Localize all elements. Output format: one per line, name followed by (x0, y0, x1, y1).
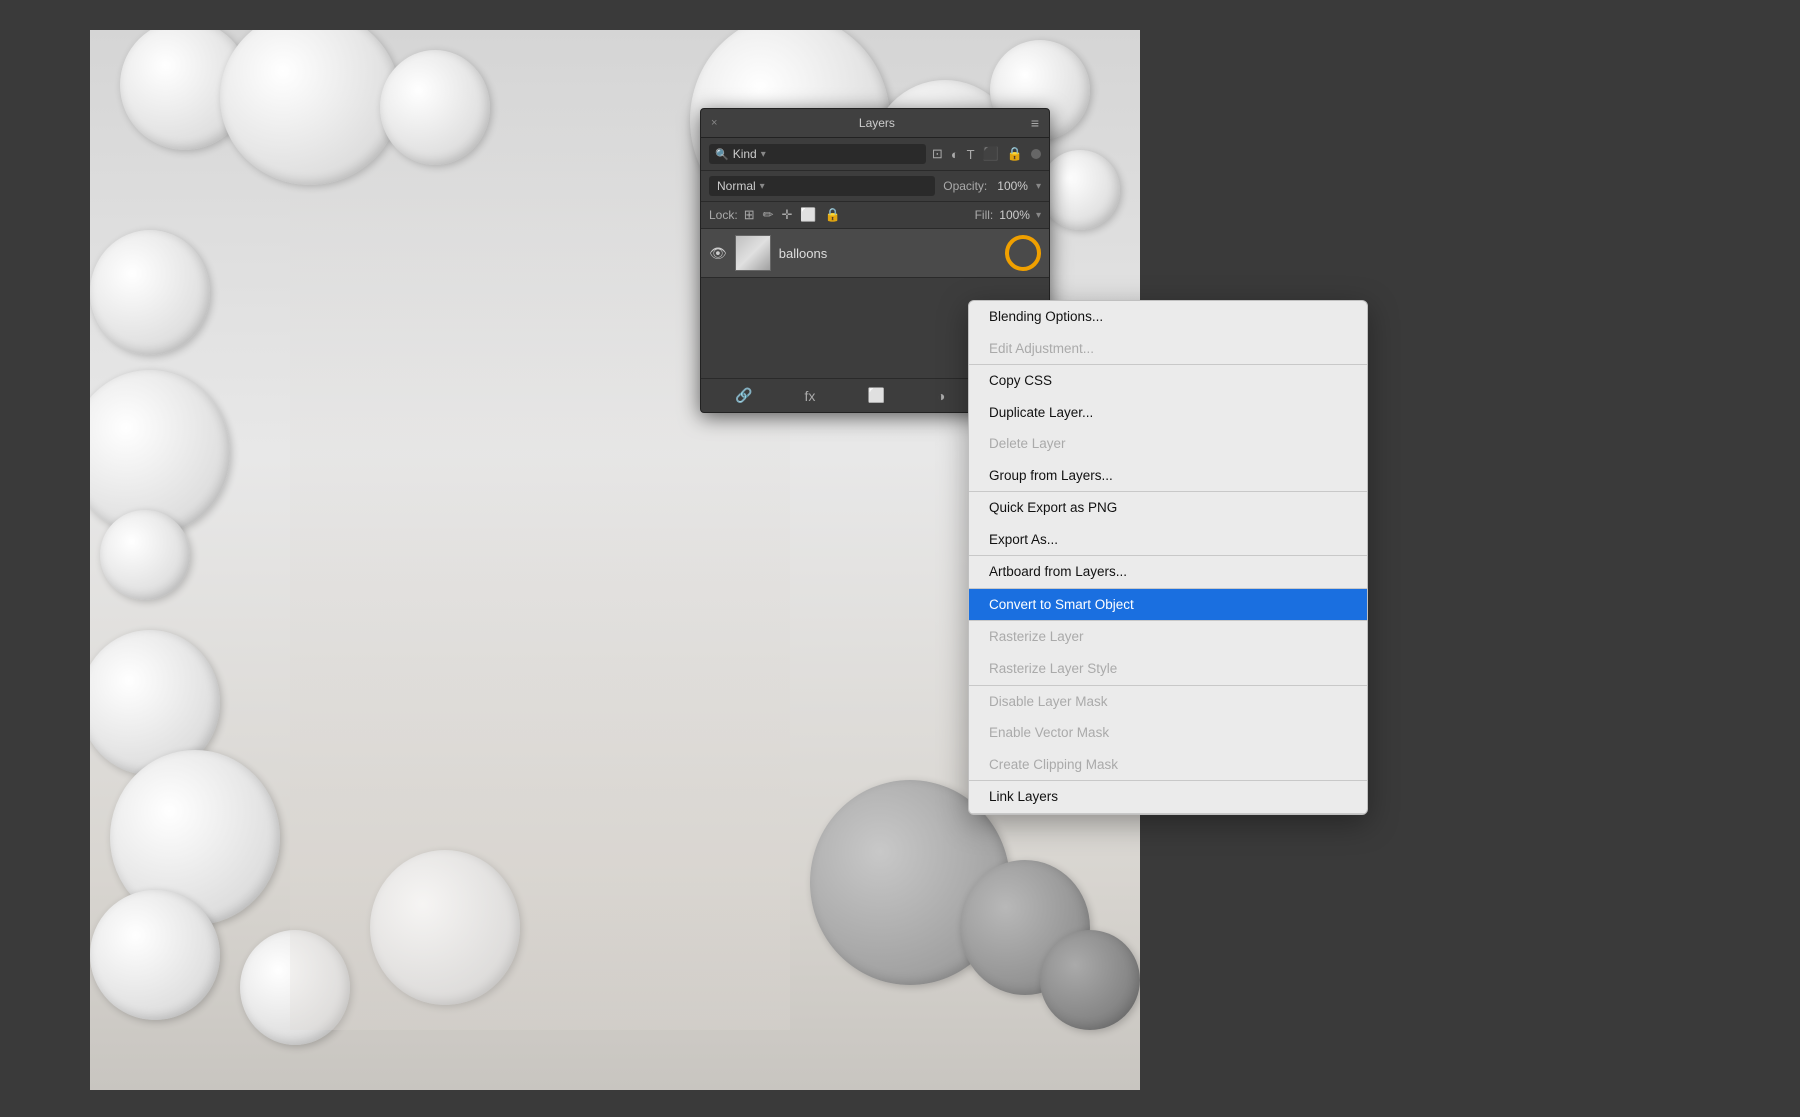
fill-value[interactable]: 100% (999, 208, 1030, 222)
menu-item-copy-css[interactable]: Copy CSS (969, 365, 1367, 397)
search-icon: 🔍 (715, 148, 729, 161)
menu-section-3: Quick Export as PNG Export As... (969, 492, 1367, 556)
layer-visibility-icon[interactable]: 👁 (709, 245, 727, 262)
layers-filter-row: 🔍 Kind ▾ ⊡ ◐ T ⬛ 🔒 (701, 138, 1049, 171)
menu-item-export-as[interactable]: Export As... (969, 524, 1367, 556)
balloon-9 (90, 370, 230, 535)
layer-thumb-image (736, 236, 770, 270)
panel-menu-icon[interactable]: ≡ (1031, 115, 1039, 131)
lock-label: Lock: (709, 208, 738, 222)
blend-mode-value: Normal (717, 179, 756, 193)
filter-icons: ⊡ ◐ T ⬛ 🔒 (932, 146, 1041, 162)
lock-move-icon[interactable]: ✛ (782, 207, 793, 223)
layers-panel-titlebar: × Layers ≡ (701, 109, 1049, 138)
filter-active-dot (1031, 149, 1041, 159)
opacity-label: Opacity: (943, 179, 987, 193)
blend-arrow-icon: ▾ (760, 181, 765, 192)
menu-item-duplicate-layer[interactable]: Duplicate Layer... (969, 397, 1367, 429)
opacity-arrow-icon: ▾ (1036, 181, 1041, 192)
menu-section-7: Disable Layer Mask Enable Vector Mask Cr… (969, 686, 1367, 782)
balloon-7 (1040, 150, 1120, 230)
layer-thumbnail (735, 235, 771, 271)
menu-section-2: Copy CSS Duplicate Layer... Delete Layer… (969, 365, 1367, 492)
canvas-area: × Layers ≡ 🔍 Kind ▾ ⊡ ◐ T ⬛ 🔒 Normal (0, 0, 1800, 1117)
balloon-13 (90, 890, 220, 1020)
lock-artboard-icon[interactable]: ⬜ (800, 207, 816, 223)
menu-item-edit-adjustment: Edit Adjustment... (969, 333, 1367, 365)
lock-all-icon[interactable]: 🔒 (825, 207, 841, 223)
lock-transparency-icon[interactable]: ⊞ (744, 207, 755, 223)
filter-kind-label: Kind (733, 147, 757, 161)
filter-pixel-icon[interactable]: ⊡ (932, 146, 943, 162)
menu-item-rasterize-layer-style: Rasterize Layer Style (969, 653, 1367, 685)
menu-item-blending-options[interactable]: Blending Options... (969, 301, 1367, 333)
fill-arrow-icon: ▾ (1036, 210, 1041, 221)
menu-section-6: Rasterize Layer Rasterize Layer Style (969, 621, 1367, 685)
filter-shape-icon[interactable]: ⬛ (983, 146, 999, 162)
layer-name-label: balloons (779, 246, 997, 261)
balloon-10 (100, 510, 190, 600)
opacity-value[interactable]: 100% (997, 179, 1028, 193)
menu-section-5: Convert to Smart Object (969, 589, 1367, 622)
menu-item-create-clipping-mask: Create Clipping Mask (969, 749, 1367, 781)
filter-search[interactable]: 🔍 Kind ▾ (709, 144, 926, 164)
panel-close-icon[interactable]: × (711, 117, 723, 129)
filter-text-icon[interactable]: T (967, 147, 975, 162)
filter-smart-icon[interactable]: 🔒 (1007, 146, 1023, 162)
menu-item-quick-export-png[interactable]: Quick Export as PNG (969, 492, 1367, 524)
menu-item-artboard-from-layers[interactable]: Artboard from Layers... (969, 556, 1367, 588)
menu-item-disable-layer-mask: Disable Layer Mask (969, 686, 1367, 718)
layer-row-balloons[interactable]: 👁 balloons (701, 229, 1049, 278)
menu-item-delete-layer: Delete Layer (969, 428, 1367, 460)
menu-item-link-layers[interactable]: Link Layers (969, 781, 1367, 813)
balloon-8 (90, 230, 210, 355)
layer-options-indicator[interactable] (1005, 235, 1041, 271)
fill-label: Fill: (975, 208, 994, 222)
adjustment-icon[interactable]: ◑ (937, 388, 945, 404)
menu-item-group-from-layers[interactable]: Group from Layers... (969, 460, 1367, 492)
link-icon[interactable]: 🔗 (735, 387, 752, 404)
layers-panel-title: Layers (859, 116, 895, 130)
menu-section-4: Artboard from Layers... (969, 556, 1367, 589)
menu-section-1: Blending Options... Edit Adjustment... (969, 301, 1367, 365)
balloon-18 (1040, 930, 1140, 1030)
mask-icon[interactable]: ⬜ (867, 387, 884, 404)
blend-mode-select[interactable]: Normal ▾ (709, 176, 935, 196)
lock-paint-icon[interactable]: ✏ (763, 207, 774, 223)
blend-mode-row: Normal ▾ Opacity: 100% ▾ (701, 171, 1049, 202)
lock-icons: ⊞ ✏ ✛ ⬜ 🔒 (744, 207, 969, 223)
menu-item-rasterize-layer: Rasterize Layer (969, 621, 1367, 653)
lock-row: Lock: ⊞ ✏ ✛ ⬜ 🔒 Fill: 100% ▾ (701, 202, 1049, 229)
menu-item-enable-vector-mask: Enable Vector Mask (969, 717, 1367, 749)
filter-arrow-icon: ▾ (761, 149, 766, 160)
fx-icon[interactable]: fx (805, 388, 816, 404)
menu-item-convert-to-smart-object[interactable]: Convert to Smart Object (969, 589, 1367, 621)
menu-section-8: Link Layers (969, 781, 1367, 814)
filter-adjustment-icon[interactable]: ◐ (951, 147, 959, 162)
context-menu: Blending Options... Edit Adjustment... C… (968, 300, 1368, 815)
